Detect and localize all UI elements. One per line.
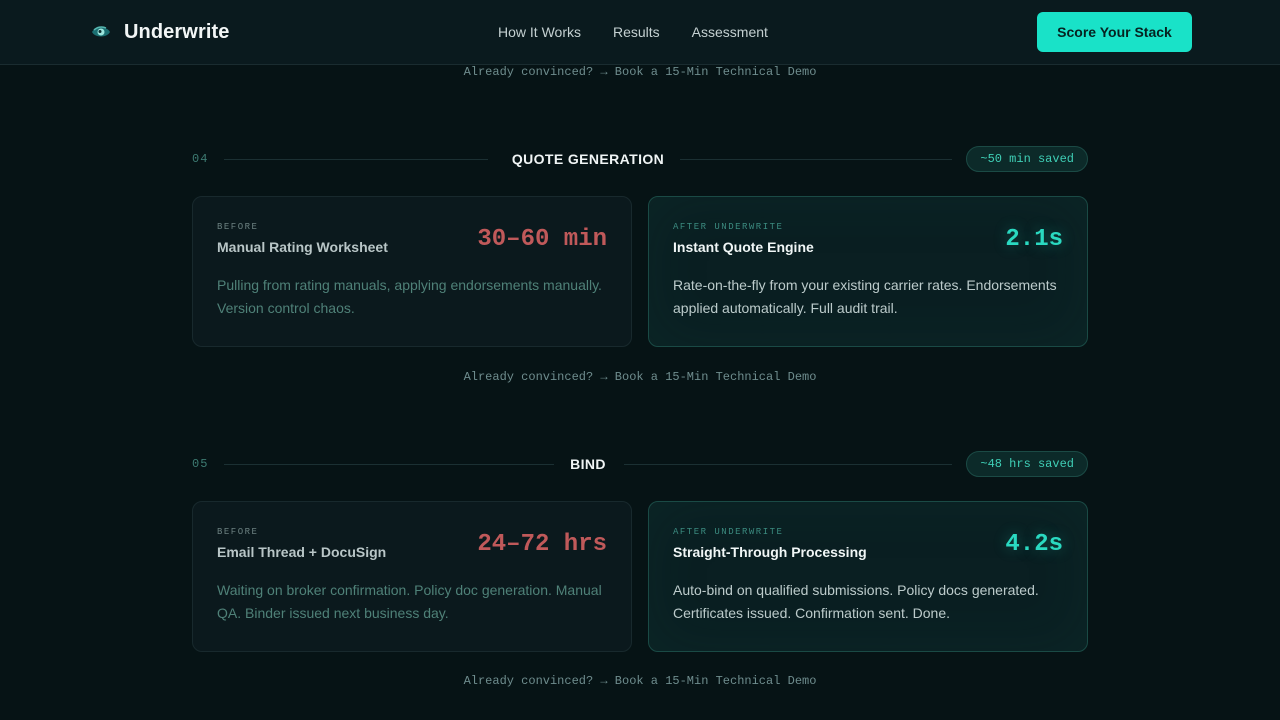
after-card-quote-generation: AFTER UNDERWRITE Instant Quote Engine 2.… — [648, 196, 1088, 347]
book-demo-link[interactable]: Already convinced? → Book a 15-Min Techn… — [0, 65, 1280, 79]
time-saved-badge: ~48 hrs saved — [966, 451, 1088, 477]
card-description: Auto-bind on qualified submissions. Poli… — [673, 582, 1039, 621]
card-description: Waiting on broker confirmation. Policy d… — [217, 582, 602, 621]
top-navbar: Underwrite How It Works Results Assessme… — [0, 0, 1280, 65]
nav-link-how-it-works[interactable]: How It Works — [498, 24, 581, 40]
book-demo-link[interactable]: Already convinced? → Book a 15-Min Techn… — [0, 370, 1280, 384]
before-card-quote-generation: BEFORE Manual Rating Worksheet 30–60 min… — [192, 196, 632, 347]
eye-logo-icon — [92, 26, 110, 37]
page: Underwrite How It Works Results Assessme… — [0, 0, 1280, 720]
brand-name: Underwrite — [124, 20, 230, 43]
time-metric: 2.1s — [1005, 226, 1063, 253]
divider — [624, 464, 952, 465]
time-saved-badge: ~50 min saved — [966, 146, 1088, 172]
brand[interactable]: Underwrite — [90, 20, 229, 44]
book-demo-link[interactable]: Already convinced? → Book a 15-Min Techn… — [0, 674, 1280, 688]
main-nav: How It Works Results Assessment — [498, 24, 800, 40]
time-metric: 4.2s — [1005, 531, 1063, 558]
section-header-bind: 05 BIND ~48 hrs saved — [192, 451, 1088, 477]
section-header-quote-generation: 04 QUOTE GENERATION ~50 min saved — [192, 146, 1088, 172]
divider — [680, 159, 952, 160]
before-card-bind: BEFORE Email Thread + DocuSign 24–72 hrs… — [192, 501, 632, 652]
nav-link-results[interactable]: Results — [613, 24, 660, 40]
card-description: Rate-on-the-fly from your existing carri… — [673, 277, 1057, 316]
card-description: Pulling from rating manuals, applying en… — [217, 277, 602, 316]
score-your-stack-button[interactable]: Score Your Stack — [1037, 12, 1192, 52]
time-metric: 24–72 hrs — [477, 531, 607, 558]
time-metric: 30–60 min — [477, 226, 607, 253]
nav-link-assessment[interactable]: Assessment — [692, 24, 768, 40]
after-card-bind: AFTER UNDERWRITE Straight-Through Proces… — [648, 501, 1088, 652]
